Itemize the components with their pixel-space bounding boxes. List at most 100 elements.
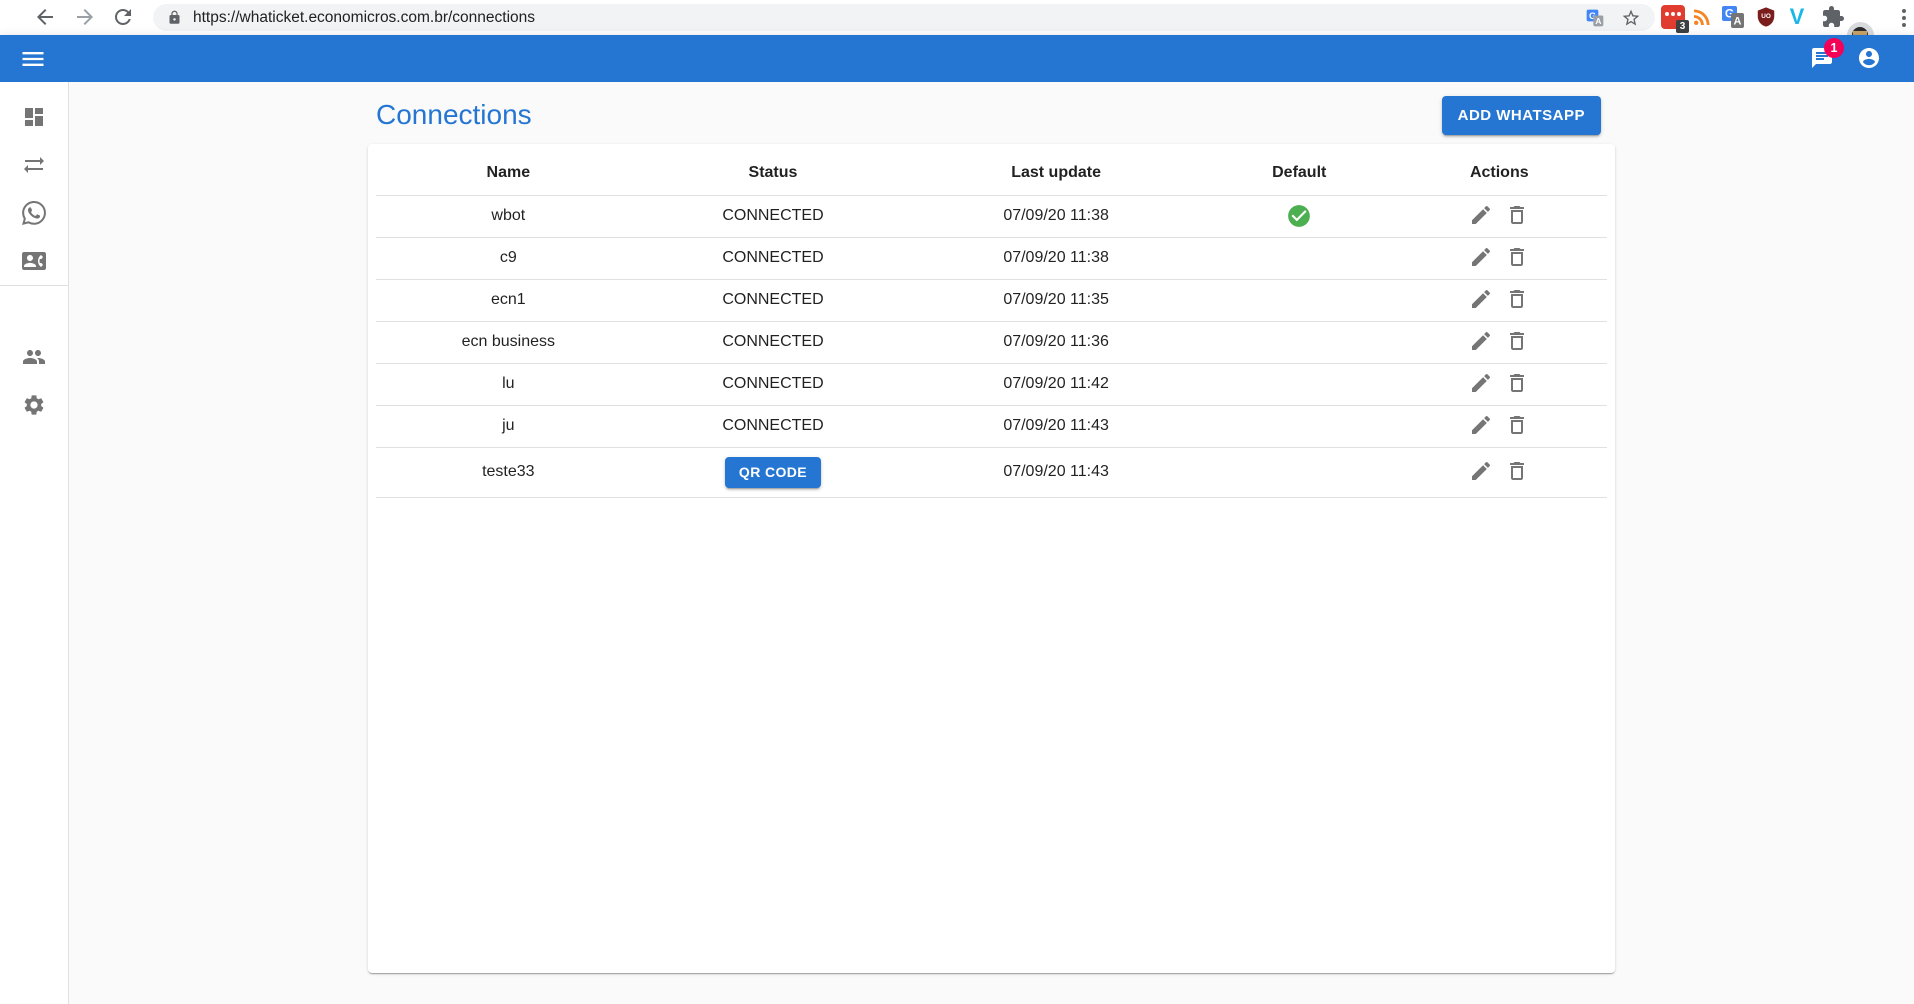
sidebar-item-contacts[interactable]: [0, 237, 68, 285]
main-area: Connections ADD WHATSAPP Name Status Las…: [0, 82, 1914, 1004]
cell-default: [1207, 363, 1392, 405]
edit-pencil-icon: [1469, 459, 1493, 483]
header-status: Status: [641, 152, 906, 195]
add-whatsapp-button[interactable]: ADD WHATSAPP: [1442, 96, 1601, 135]
browser-toolbar: https://whaticket.economicros.com.br/con…: [0, 0, 1914, 35]
cell-status: CONNECTED: [641, 321, 906, 363]
page-header: Connections ADD WHATSAPP: [368, 82, 1615, 134]
cell-default: [1207, 405, 1392, 447]
table-row: juCONNECTED07/09/20 11:43: [376, 405, 1607, 447]
rss-extension-icon[interactable]: [1690, 5, 1714, 29]
delete-connection-button[interactable]: [1505, 287, 1529, 314]
cell-status: CONNECTED: [641, 237, 906, 279]
ublock-extension-icon[interactable]: UO: [1755, 5, 1777, 29]
delete-trash-icon: [1505, 245, 1529, 269]
extensions-puzzle-icon[interactable]: [1821, 5, 1845, 29]
cell-last-update: 07/09/20 11:38: [905, 195, 1207, 237]
delete-trash-icon: [1505, 413, 1529, 437]
url-text[interactable]: https://whaticket.economicros.com.br/con…: [193, 9, 1585, 27]
delete-trash-icon: [1505, 459, 1529, 483]
cell-actions: [1392, 405, 1607, 447]
whatsapp-icon: [22, 201, 46, 225]
sidebar: [0, 82, 69, 1004]
cell-connection-name: ecn1: [376, 279, 641, 321]
messages-button[interactable]: 1: [1810, 46, 1834, 70]
cell-status: CONNECTED: [641, 195, 906, 237]
edit-pencil-icon: [1469, 245, 1493, 269]
browser-back-icon[interactable]: [33, 5, 57, 29]
settings-gear-icon: [22, 393, 46, 417]
svg-text:A: A: [1734, 16, 1742, 28]
cell-status: CONNECTED: [641, 405, 906, 447]
sidebar-item-settings[interactable]: [0, 381, 68, 429]
translate-extension-icon[interactable]: G A: [1721, 5, 1745, 29]
delete-trash-icon: [1505, 329, 1529, 353]
cell-actions: [1392, 447, 1607, 497]
header-last-update: Last update: [905, 152, 1207, 195]
contact-phone-icon: [22, 249, 46, 273]
page-title: Connections: [368, 99, 532, 131]
edit-connection-button[interactable]: [1469, 203, 1493, 230]
edit-pencil-icon: [1469, 203, 1493, 227]
delete-connection-button[interactable]: [1505, 459, 1529, 486]
browser-forward-icon[interactable]: [73, 5, 97, 29]
table-row: ecn1CONNECTED07/09/20 11:35: [376, 279, 1607, 321]
page-content: Connections ADD WHATSAPP Name Status Las…: [69, 82, 1914, 1004]
header-default: Default: [1207, 152, 1392, 195]
edit-connection-button[interactable]: [1469, 459, 1493, 486]
default-check-icon: [1286, 203, 1312, 229]
header-name: Name: [376, 152, 641, 195]
extension-badge: 3: [1676, 20, 1689, 33]
edit-connection-button[interactable]: [1469, 413, 1493, 440]
messages-badge: 1: [1824, 38, 1844, 58]
sidebar-item-dashboard[interactable]: [0, 93, 68, 141]
table-row: ecn businessCONNECTED07/09/20 11:36: [376, 321, 1607, 363]
cell-actions: [1392, 321, 1607, 363]
sidebar-item-connections[interactable]: [0, 141, 68, 189]
delete-trash-icon: [1505, 203, 1529, 227]
browser-menu-kebab-icon[interactable]: [1892, 5, 1914, 29]
cell-actions: [1392, 363, 1607, 405]
bookmark-star-icon[interactable]: [1621, 8, 1641, 28]
video-extension-icon[interactable]: V: [1785, 5, 1809, 29]
account-menu-button[interactable]: [1857, 46, 1881, 70]
page-translate-icon[interactable]: G A: [1585, 8, 1605, 28]
qr-code-button[interactable]: QR CODE: [725, 457, 821, 488]
cell-default: [1207, 237, 1392, 279]
connections-table-body: wbotCONNECTED07/09/20 11:38c9CONNECTED07…: [376, 195, 1607, 497]
cell-actions: [1392, 237, 1607, 279]
delete-connection-button[interactable]: [1505, 203, 1529, 230]
delete-trash-icon: [1505, 287, 1529, 311]
downloader-extension-icon[interactable]: 3: [1661, 5, 1685, 29]
delete-connection-button[interactable]: [1505, 245, 1529, 272]
delete-trash-icon: [1505, 371, 1529, 395]
sidebar-item-tickets[interactable]: [0, 189, 68, 237]
hamburger-menu-button[interactable]: [19, 45, 47, 73]
account-circle-icon: [1857, 46, 1881, 70]
delete-connection-button[interactable]: [1505, 371, 1529, 398]
edit-connection-button[interactable]: [1469, 287, 1493, 314]
cell-default: [1207, 447, 1392, 497]
dashboard-icon: [22, 105, 46, 129]
cell-status: QR CODE: [641, 447, 906, 497]
cell-connection-name: teste33: [376, 447, 641, 497]
edit-pencil-icon: [1469, 287, 1493, 311]
browser-reload-icon[interactable]: [111, 5, 135, 29]
table-header-row: Name Status Last update Default Actions: [376, 152, 1607, 195]
edit-connection-button[interactable]: [1469, 329, 1493, 356]
edit-connection-button[interactable]: [1469, 371, 1493, 398]
table-row: teste33QR CODE07/09/20 11:43: [376, 447, 1607, 497]
app-bar: 1: [0, 35, 1914, 82]
cell-default: [1207, 321, 1392, 363]
delete-connection-button[interactable]: [1505, 329, 1529, 356]
sidebar-item-users[interactable]: [0, 333, 68, 381]
cell-status: CONNECTED: [641, 279, 906, 321]
delete-connection-button[interactable]: [1505, 413, 1529, 440]
cell-default: [1207, 279, 1392, 321]
cell-last-update: 07/09/20 11:35: [905, 279, 1207, 321]
header-actions: Actions: [1392, 152, 1607, 195]
connections-card: Name Status Last update Default Actions …: [368, 144, 1615, 973]
address-bar[interactable]: https://whaticket.economicros.com.br/con…: [153, 4, 1655, 31]
edit-connection-button[interactable]: [1469, 245, 1493, 272]
cell-last-update: 07/09/20 11:43: [905, 405, 1207, 447]
